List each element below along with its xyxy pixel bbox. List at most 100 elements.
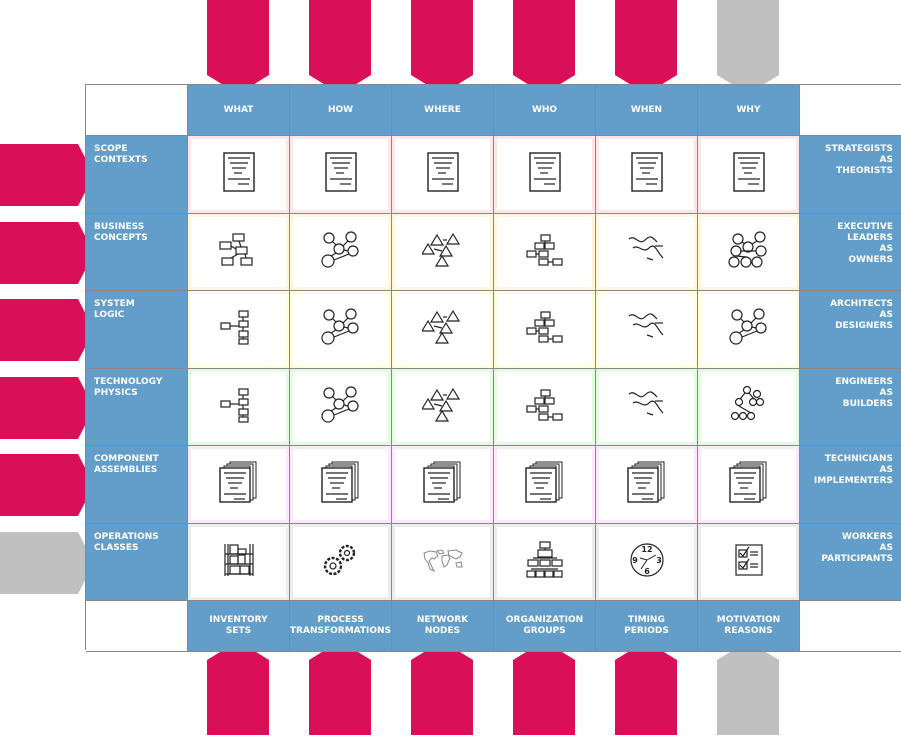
column-header-label: WHAT [223,104,254,115]
row-header: SCOPE CONTEXTS [86,136,188,214]
document-stack-icon [421,460,465,508]
label-line: CLASSES [94,542,139,553]
framework-cell[interactable] [392,136,494,214]
document-icon [729,150,769,198]
framework-cell[interactable] [494,446,596,524]
framework-cell[interactable] [290,291,392,369]
cell-content [497,294,592,365]
cell-content [701,294,796,365]
framework-cell[interactable] [494,523,596,601]
label-line: IMPLEMENTERS [813,476,893,486]
column-footer-label: TIMING PERIODS [624,615,669,637]
document-icon [321,150,361,198]
framework-cell[interactable] [188,368,290,446]
column-header-label: WHERE [424,104,461,115]
document-icon [423,150,463,198]
label-line: EXECUTIVE [837,221,893,232]
cell-content [395,139,490,210]
column-header-label: WHEN [630,104,663,115]
cell-content [701,526,796,597]
row-role: EXECUTIVE LEADERS AS OWNERS [800,213,901,291]
framework-cell[interactable] [698,213,800,291]
framework-cell[interactable] [290,368,392,446]
cell-content [701,449,796,520]
cell-content [599,449,694,520]
framework-cell[interactable] [290,446,392,524]
document-stack-icon [319,460,363,508]
cell-content [599,371,694,442]
framework-cell[interactable] [188,291,290,369]
wave-timeline-icon [627,311,667,347]
document-icon [219,150,259,198]
cell-content [395,449,490,520]
cell-content [293,526,388,597]
framework-cell[interactable] [596,368,698,446]
cell-content [599,294,694,365]
column-arrow-up [207,641,269,739]
label-line: OWNERS [848,254,893,265]
framework-cell[interactable] [698,136,800,214]
framework-cell[interactable] [698,368,800,446]
label-line: AS [879,155,893,165]
document-icon [627,150,667,198]
framework-cell[interactable] [596,213,698,291]
row-arrow-right [0,221,94,288]
label-line: WORKERS [841,531,893,542]
framework-cell[interactable] [698,291,800,369]
label-line: NETWORK [416,615,469,625]
svg-text:9: 9 [632,556,638,565]
label-line: PROCESS [317,615,364,625]
document-stack-icon [625,460,669,508]
framework-cell[interactable] [290,136,392,214]
framework-cell[interactable] [392,291,494,369]
label-line: ASSEMBLIES [94,465,158,475]
column-arrow-up [513,641,575,739]
cell-content [497,371,592,442]
framework-cell[interactable] [290,213,392,291]
framework-cell[interactable] [698,446,800,524]
framework-cell[interactable] [698,523,800,601]
framework-cell[interactable] [188,213,290,291]
framework-cell[interactable] [188,446,290,524]
framework-cell[interactable] [494,291,596,369]
framework-cell[interactable] [290,523,392,601]
framework-cell[interactable] [596,136,698,214]
corner-cell-top-left [86,85,188,136]
corner-cell-bottom-right [800,601,901,652]
row-arrow-right [0,144,94,210]
wave-timeline-icon [627,234,667,270]
row-role: TECHNICIANS AS IMPLEMENTERS [800,446,901,524]
framework-cell[interactable] [494,213,596,291]
column-header-why: WHY [698,85,800,136]
framework-cell[interactable] [392,446,494,524]
box-flow-icon [219,387,259,427]
framework-cell[interactable] [392,368,494,446]
row-header: TECHNOLOGY PHYSICS [86,368,188,446]
org-boxes-icon [525,310,565,348]
framework-cell[interactable] [392,523,494,601]
circle-network-icon [320,231,361,273]
framework-cell[interactable] [494,136,596,214]
column-arrow-up [615,641,677,739]
org-chart-icon [525,541,565,583]
column-footer-label: INVENTORY SETS [209,615,267,637]
gears-icon [321,542,361,582]
framework-cell[interactable] [596,291,698,369]
svg-text:6: 6 [644,567,650,576]
framework-cell[interactable]: 12 3 6 9 [596,523,698,601]
framework-cell[interactable] [596,446,698,524]
framework-cell[interactable] [392,213,494,291]
column-footer: TIMING PERIODS [596,601,698,652]
checklist-icon [734,543,764,581]
cell-content [497,139,592,210]
triangle-network-icon [420,232,464,272]
label-line: PERIODS [624,626,669,636]
column-header-when: WHEN [596,85,698,136]
framework-cell[interactable] [494,368,596,446]
cell-content [293,139,388,210]
triangle-network-icon [420,309,464,349]
column-arrow-up [309,641,371,739]
framework-cell[interactable] [188,136,290,214]
cell-content [191,371,286,442]
framework-cell[interactable] [188,523,290,601]
